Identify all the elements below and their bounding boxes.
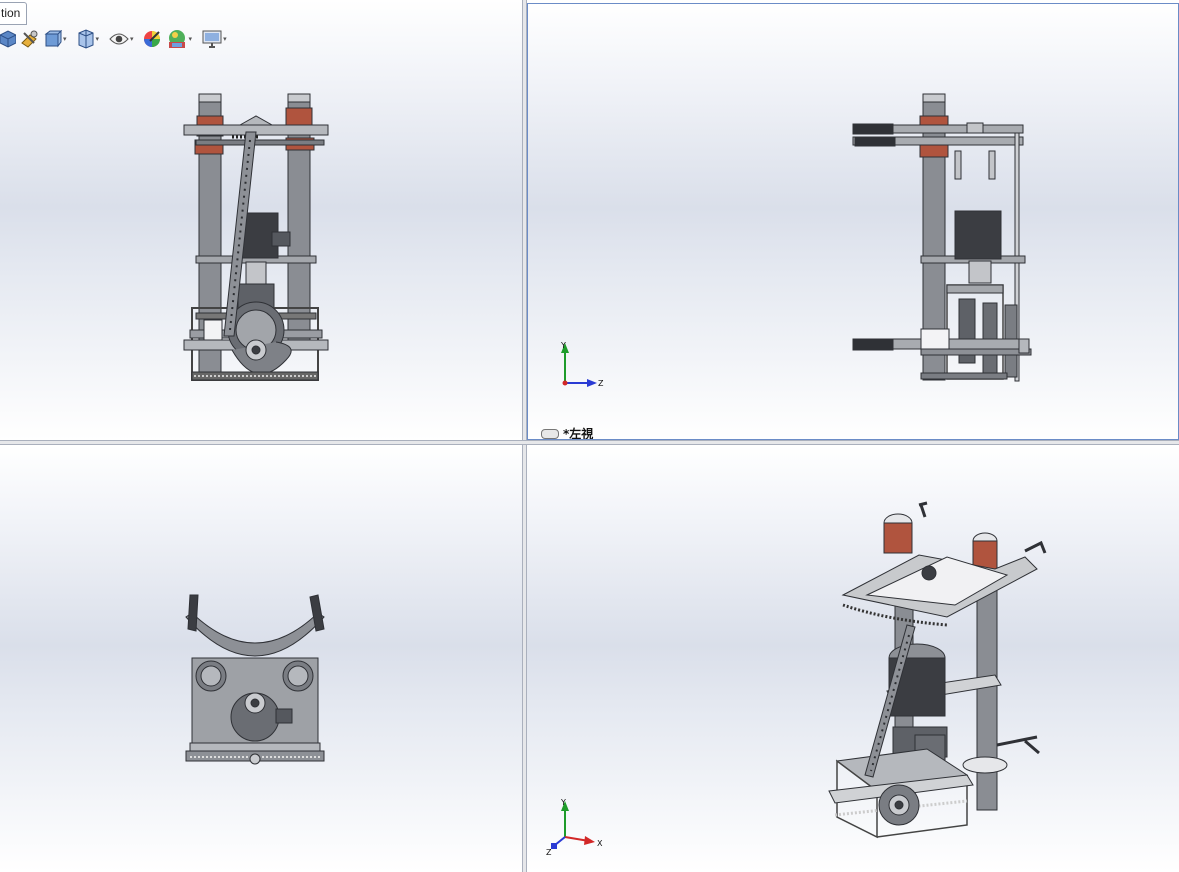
viewport-isometric[interactable]: Y X Z: [527, 445, 1179, 872]
view-name: *左視: [563, 427, 594, 440]
isometric-view-model[interactable]: [527, 445, 1179, 872]
link-views-icon[interactable]: [541, 428, 559, 439]
horizontal-splitter[interactable]: [0, 440, 1179, 445]
triad-z-label: Z: [546, 848, 552, 857]
triad-x-label: X: [597, 839, 603, 848]
viewport-front[interactable]: tion ▾ ▾ ▾ ▾ ▾: [0, 0, 522, 440]
viewport-left[interactable]: Y Z *左視: [527, 3, 1179, 440]
coordinate-triad: Y Z: [560, 341, 604, 388]
triad-z-label: Z: [598, 379, 604, 388]
left-view-model[interactable]: [527, 3, 1179, 440]
coordinate-triad: Y X Z: [546, 798, 603, 857]
front-view-model[interactable]: [0, 0, 522, 440]
viewport-top[interactable]: [0, 445, 522, 872]
top-view-model[interactable]: [0, 445, 522, 872]
viewport-label: *左視: [541, 425, 593, 440]
triad-y-label: Y: [560, 341, 566, 350]
triad-y-label: Y: [560, 798, 566, 807]
vertical-splitter[interactable]: [522, 0, 527, 872]
